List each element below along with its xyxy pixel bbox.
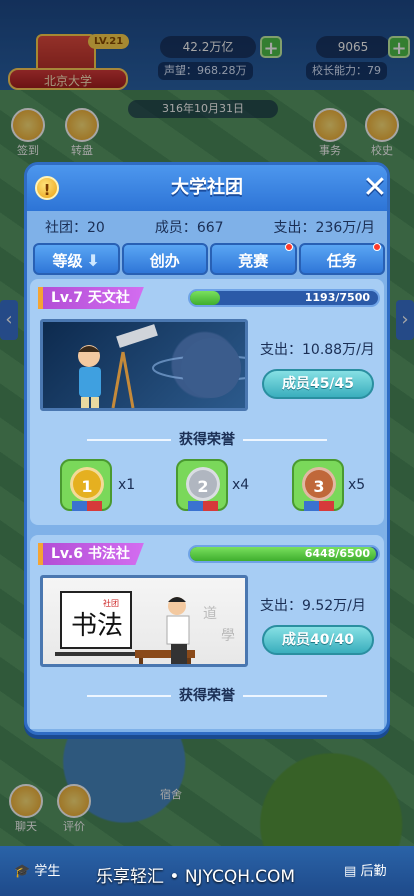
exp-text: 1193/7500 bbox=[304, 291, 370, 304]
club-expense: 支出：10.88万/月 bbox=[260, 342, 375, 358]
svg-text:學: 學 bbox=[221, 628, 235, 644]
club-list[interactable]: Lv.7 天文社 1193/7500 支出：10.88万/月 成员45/45 获… bbox=[30, 279, 384, 729]
tab-level[interactable]: 等级 ⬇ bbox=[33, 243, 120, 275]
sort-down-icon: ⬇ bbox=[86, 251, 100, 270]
honors-title: 获得荣誉 bbox=[30, 685, 384, 705]
watermark: 乐享轻汇 • NJYCQH.COM bbox=[96, 867, 296, 887]
astronomy-club-image bbox=[40, 319, 248, 411]
bronze-medal-icon: 3 bbox=[292, 459, 344, 511]
club-stats: 社团：20 成员：667 支出：236万/月 bbox=[45, 217, 375, 237]
club-card-calligraphy: Lv.6 书法社 6448/6500 书法 社团 道 學 支出：9.52万/月 … bbox=[30, 535, 384, 729]
medal-rank: 1 bbox=[70, 467, 104, 501]
honors-title: 获得荣誉 bbox=[30, 429, 384, 449]
panel-title: 大学社团 bbox=[171, 177, 243, 198]
clipboard-icon: ▤ bbox=[344, 864, 357, 879]
logistics-tab[interactable]: ▤ 后勤 bbox=[344, 860, 386, 879]
svg-text:道: 道 bbox=[203, 606, 217, 622]
tab-create[interactable]: 创办 bbox=[121, 243, 208, 275]
medal-ribbon bbox=[188, 501, 218, 511]
medal-rank: 3 bbox=[302, 467, 336, 501]
club-expense: 支出：9.52万/月 bbox=[260, 598, 366, 614]
club-exp-bar: 1193/7500 bbox=[188, 289, 380, 307]
exp-bar-fill bbox=[190, 291, 220, 305]
bronze-medal-count: x5 bbox=[348, 477, 366, 493]
mortarboard-icon: 🎓 bbox=[14, 864, 31, 879]
members-button[interactable]: 成员40/40 bbox=[262, 625, 374, 655]
member-count: 成员：667 bbox=[154, 220, 224, 236]
students-tab[interactable]: 🎓 学生 bbox=[14, 860, 60, 879]
total-expense: 支出：236万/月 bbox=[273, 220, 375, 236]
club-level-tag: Lv.6 书法社 bbox=[38, 543, 144, 565]
club-level-tag: Lv.7 天文社 bbox=[38, 287, 144, 309]
calligraphy-logo-small: 社团 bbox=[103, 598, 119, 608]
tab-tasks[interactable]: 任务 bbox=[298, 243, 385, 275]
silver-medal-icon: 2 bbox=[176, 459, 228, 511]
club-count: 社团：20 bbox=[45, 220, 105, 236]
medal-row: 1 x1 2 x4 3 x5 bbox=[40, 459, 380, 513]
gold-medal-icon: 1 bbox=[60, 459, 112, 511]
medal-ribbon bbox=[72, 501, 102, 511]
club-panel: ! 大学社团 ✕ 社团：20 成员：667 支出：236万/月 等级 ⬇ 创办 竞… bbox=[24, 162, 390, 735]
calligraphy-club-image: 书法 社团 道 學 bbox=[40, 575, 248, 667]
tab-competition[interactable]: 竞赛 bbox=[210, 243, 297, 275]
panel-tabs: 等级 ⬇ 创办 竞赛 任务 bbox=[33, 243, 385, 275]
medal-rank: 2 bbox=[186, 467, 220, 501]
exp-text: 6448/6500 bbox=[304, 547, 370, 560]
close-icon[interactable]: ✕ bbox=[359, 172, 391, 204]
calligraphy-logo: 书法 bbox=[71, 611, 123, 641]
club-card-astronomy: Lv.7 天文社 1193/7500 支出：10.88万/月 成员45/45 获… bbox=[30, 279, 384, 525]
notification-dot-icon bbox=[373, 243, 381, 251]
club-exp-bar: 6448/6500 bbox=[188, 545, 380, 563]
gold-medal-count: x1 bbox=[118, 477, 136, 493]
notification-dot-icon bbox=[284, 243, 293, 251]
silver-medal-count: x4 bbox=[232, 477, 250, 493]
panel-header: ! 大学社团 ✕ bbox=[27, 165, 388, 211]
members-button[interactable]: 成员45/45 bbox=[262, 369, 374, 399]
medal-ribbon bbox=[304, 501, 334, 511]
